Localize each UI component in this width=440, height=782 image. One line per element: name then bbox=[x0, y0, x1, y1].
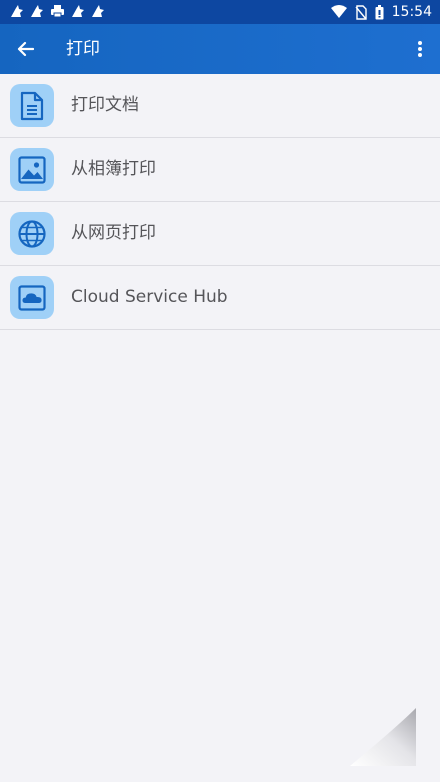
list-item-label: 打印文档 bbox=[71, 95, 139, 115]
status-bar: 15:54 bbox=[0, 0, 440, 24]
status-time: 15:54 bbox=[391, 4, 432, 20]
list-item-print-from-album[interactable]: 从相簿打印 bbox=[0, 138, 440, 202]
icon-tile bbox=[10, 84, 54, 127]
page-title: 打印 bbox=[66, 39, 100, 59]
notification-icon bbox=[31, 5, 43, 17]
globe-icon bbox=[18, 219, 46, 248]
battery-icon bbox=[375, 4, 384, 19]
no-sim-icon bbox=[355, 4, 367, 20]
status-system: 15:54 bbox=[330, 3, 432, 21]
printer-icon bbox=[51, 5, 64, 18]
icon-tile bbox=[10, 276, 54, 319]
icon-tile bbox=[10, 148, 54, 191]
list-item-print-from-web[interactable]: 从网页打印 bbox=[0, 202, 440, 266]
list-item-print-document[interactable]: 打印文档 bbox=[0, 74, 440, 138]
list-item-cloud-service-hub[interactable]: Cloud Service Hub bbox=[0, 266, 440, 330]
wifi-icon bbox=[330, 5, 347, 18]
notification-icon bbox=[92, 5, 104, 17]
notification-icon bbox=[11, 5, 23, 17]
notification-icon bbox=[72, 5, 84, 17]
list-item-label: 从相簿打印 bbox=[71, 159, 156, 179]
app-bar: 打印 bbox=[0, 24, 440, 74]
status-notifications bbox=[10, 4, 105, 18]
cloud-icon bbox=[18, 284, 46, 311]
more-vertical-icon bbox=[418, 41, 422, 57]
page-curl-decoration bbox=[350, 708, 416, 766]
list-item-label: 从网页打印 bbox=[71, 223, 156, 243]
print-options-list: 打印文档 从相簿打印 从网页打印 Cloud Service Hub bbox=[0, 74, 440, 330]
icon-tile bbox=[10, 212, 54, 255]
arrow-left-icon bbox=[17, 41, 34, 57]
document-icon bbox=[20, 91, 44, 120]
more-options-button[interactable] bbox=[406, 35, 434, 63]
image-icon bbox=[18, 155, 46, 184]
list-item-label: Cloud Service Hub bbox=[71, 287, 228, 307]
back-button[interactable] bbox=[10, 35, 40, 63]
